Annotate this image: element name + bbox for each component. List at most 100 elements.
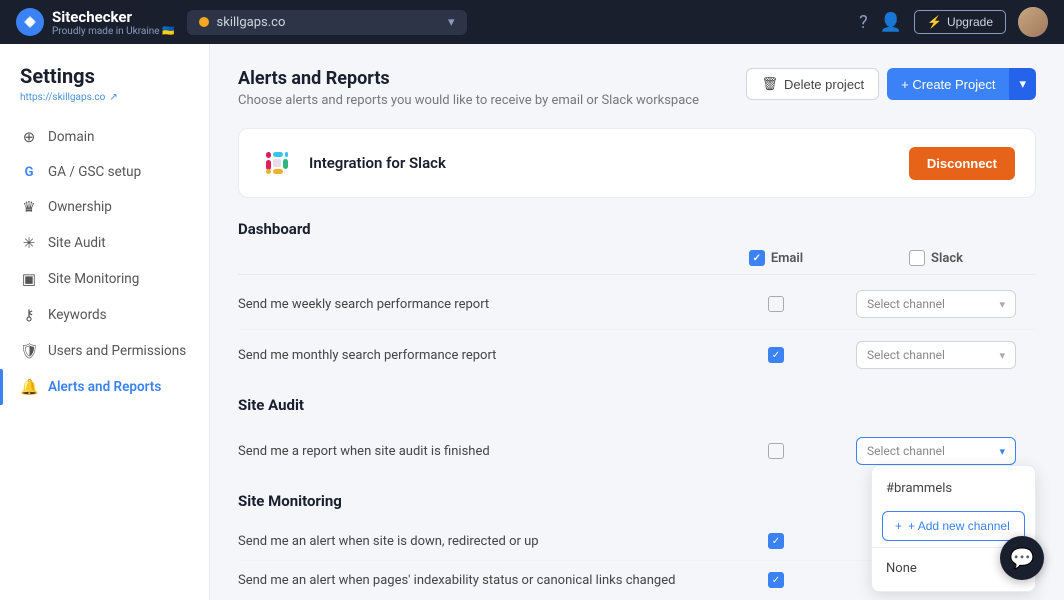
sidebar: Settings https://skillgaps.co ↗ ⊕ Domain…: [0, 44, 210, 600]
sidebar-item-label: Site Monitoring: [48, 271, 139, 287]
sidebar-item-site-audit[interactable]: ✳ Site Audit: [0, 225, 209, 261]
logo: Sitechecker Proudly made in Ukraine 🇺🇦: [16, 8, 175, 37]
slack-integration-card: Integration for Slack Disconnect: [238, 128, 1036, 198]
status-dot: [199, 17, 209, 27]
keywords-icon: ⚷: [20, 306, 38, 324]
sidebar-item-label: Alerts and Reports: [48, 379, 161, 395]
add-channel-label: + Add new channel: [908, 519, 1010, 533]
sidebar-header: Settings https://skillgaps.co ↗: [0, 64, 209, 119]
help-icon[interactable]: ?: [859, 12, 868, 33]
email-header-checkbox[interactable]: ✓: [749, 250, 765, 266]
row-email-checkbox: ✓: [716, 572, 836, 588]
page-title: Alerts and Reports: [238, 68, 699, 89]
sidebar-item-users-permissions[interactable]: 🛡 Users and Permissions: [0, 333, 209, 369]
dashboard-section-title: Dashboard: [238, 220, 1036, 238]
title-area: Alerts and Reports Choose alerts and rep…: [238, 68, 699, 108]
email-checkbox-audit[interactable]: [768, 443, 784, 459]
select-arrow: ▾: [999, 298, 1005, 311]
nav-actions: ? 👤 ⚡ Upgrade: [859, 7, 1048, 37]
row-email-checkbox: [716, 443, 836, 459]
chat-icon: 💬: [1010, 546, 1035, 570]
sidebar-item-ownership[interactable]: ♛ Ownership: [0, 189, 209, 225]
shield-icon: 🛡: [20, 342, 38, 360]
row-slack-select: Select channel ▾: [836, 290, 1036, 318]
sidebar-item-label: Keywords: [48, 307, 107, 323]
sidebar-item-label: Site Audit: [48, 235, 106, 251]
row-email-checkbox: [716, 296, 836, 312]
create-project-button[interactable]: + Create Project: [887, 68, 1009, 100]
avatar[interactable]: [1018, 7, 1048, 37]
ownership-icon: ♛: [20, 198, 38, 216]
row-email-checkbox: ✓: [716, 533, 836, 549]
site-audit-row-1: Send me a report when site audit is fini…: [238, 426, 1036, 476]
url-text: skillgaps.co: [217, 15, 286, 30]
site-audit-section-title: Site Audit: [238, 396, 1036, 414]
upgrade-label: Upgrade: [947, 15, 993, 29]
main-content: Alerts and Reports Choose alerts and rep…: [210, 44, 1064, 600]
select-arrow: ▾: [999, 445, 1005, 458]
slack-name: Integration for Slack: [309, 154, 446, 172]
dashboard-row-1: Send me weekly search performance report…: [238, 279, 1036, 330]
row-slack-select: Select channel ▾: [836, 341, 1036, 369]
email-checkbox-monitoring-2[interactable]: ✓: [768, 572, 784, 588]
col-email-header: ✓ Email: [716, 250, 836, 266]
delete-project-button[interactable]: 🗑 Delete project: [746, 68, 879, 100]
row-label: Send me weekly search performance report: [238, 297, 716, 312]
create-project-arrow[interactable]: ▾: [1009, 68, 1036, 100]
select-arrow: ▾: [999, 349, 1005, 362]
chat-bubble[interactable]: 💬: [1000, 536, 1044, 580]
channel-option-brammels[interactable]: #brammels: [872, 472, 1035, 505]
header-actions: 🗑 Delete project + Create Project ▾: [746, 68, 1036, 100]
row-label: Send me monthly search performance repor…: [238, 348, 716, 363]
slack-channel-select-weekly[interactable]: Select channel ▾: [856, 290, 1016, 318]
create-button-group: + Create Project ▾: [887, 68, 1036, 100]
monitoring-icon: ▣: [20, 270, 38, 288]
sidebar-item-label: Users and Permissions: [48, 343, 186, 359]
slack-channel-select-audit[interactable]: Select channel ▾: [856, 437, 1016, 465]
ga-icon: G: [20, 165, 38, 180]
domain-icon: ⊕: [20, 128, 38, 146]
slack-logo-icon: [259, 145, 295, 181]
channel-value: Select channel: [867, 348, 945, 362]
dashboard-section: Dashboard ✓ Email Slack Send me weekly s…: [238, 220, 1036, 380]
logo-text: Sitechecker: [52, 8, 175, 26]
slack-header-checkbox[interactable]: [909, 250, 925, 266]
sidebar-item-ga-gsc[interactable]: G GA / GSC setup: [0, 155, 209, 189]
delete-label: Delete project: [784, 77, 864, 92]
row-label: Send me a report when site audit is fini…: [238, 444, 716, 459]
user-icon[interactable]: 👤: [880, 12, 902, 33]
email-checkbox-monitoring-1[interactable]: ✓: [768, 533, 784, 549]
project-url[interactable]: https://skillgaps.co ↗: [20, 92, 189, 103]
sidebar-item-site-monitoring[interactable]: ▣ Site Monitoring: [0, 261, 209, 297]
logo-sub: Proudly made in Ukraine 🇺🇦: [52, 26, 175, 37]
site-audit-section: Site Audit Send me a report when site au…: [238, 396, 1036, 476]
channel-value: Select channel: [867, 444, 945, 458]
dashboard-row-2: Send me monthly search performance repor…: [238, 330, 1036, 380]
page-header: Alerts and Reports Choose alerts and rep…: [238, 68, 1036, 108]
row-label: Send me an alert when site is down, redi…: [238, 534, 716, 549]
bell-icon: 🔔: [20, 378, 38, 396]
topnav: Sitechecker Proudly made in Ukraine 🇺🇦 s…: [0, 0, 1064, 44]
email-checkbox-weekly[interactable]: [768, 296, 784, 312]
delete-icon: 🗑: [761, 76, 778, 92]
external-link-icon: ↗: [109, 92, 117, 103]
upgrade-button[interactable]: ⚡ Upgrade: [914, 10, 1006, 34]
upgrade-icon: ⚡: [927, 15, 942, 29]
slack-channel-select-monthly[interactable]: Select channel ▾: [856, 341, 1016, 369]
channel-value: Select channel: [867, 297, 945, 311]
row-email-checkbox: ✓: [716, 347, 836, 363]
dropdown-arrow: ▾: [448, 15, 455, 30]
sidebar-item-keywords[interactable]: ⚷ Keywords: [0, 297, 209, 333]
layout: Settings https://skillgaps.co ↗ ⊕ Domain…: [0, 44, 1064, 600]
col-slack-header: Slack: [836, 250, 1036, 266]
add-channel-button[interactable]: + + Add new channel: [882, 511, 1025, 541]
url-bar[interactable]: skillgaps.co ▾: [187, 10, 467, 35]
disconnect-button[interactable]: Disconnect: [909, 147, 1015, 180]
sidebar-item-label: Domain: [48, 129, 94, 145]
settings-title: Settings: [20, 64, 189, 88]
sidebar-item-alerts-reports[interactable]: 🔔 Alerts and Reports: [0, 369, 209, 405]
email-checkbox-monthly[interactable]: ✓: [768, 347, 784, 363]
sidebar-item-domain[interactable]: ⊕ Domain: [0, 119, 209, 155]
create-label: + Create Project: [901, 77, 995, 92]
audit-icon: ✳: [20, 234, 38, 252]
